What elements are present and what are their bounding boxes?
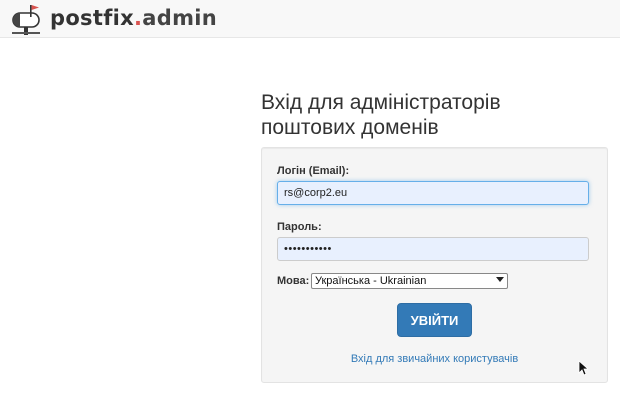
user-login-link[interactable]: Вхід для звичайних користувачів [262, 353, 607, 365]
login-panel: Логін (Email): rs@corp2.eu Пароль: •••••… [261, 147, 608, 383]
language-label: Мова: [277, 275, 310, 287]
language-select-value: Українська - Ukrainian [315, 275, 427, 287]
postfix-mailbox-logo-icon[interactable] [8, 3, 46, 35]
language-select[interactable]: Українська - Ukrainian [311, 273, 508, 289]
page-title-line2: поштових доменів [261, 116, 439, 139]
password-input[interactable]: ••••••••••• [277, 237, 589, 261]
brand-main: postfix [50, 6, 134, 30]
login-label: Логін (Email): [277, 165, 350, 177]
page-title: Вхід для адміністраторів поштових домені… [261, 90, 601, 140]
password-label: Пароль: [277, 221, 322, 233]
chevron-down-icon [496, 277, 504, 282]
login-email-input[interactable]: rs@corp2.eu [277, 181, 589, 205]
page-title-line1: Вхід для адміністраторів [261, 91, 501, 114]
login-submit-button[interactable]: УВІЙТИ [397, 303, 472, 337]
mouse-pointer-icon [578, 360, 588, 376]
top-navbar: postfix.admin [0, 0, 620, 38]
brand-sub: admin [142, 6, 217, 30]
brand-title[interactable]: postfix.admin [50, 6, 217, 30]
